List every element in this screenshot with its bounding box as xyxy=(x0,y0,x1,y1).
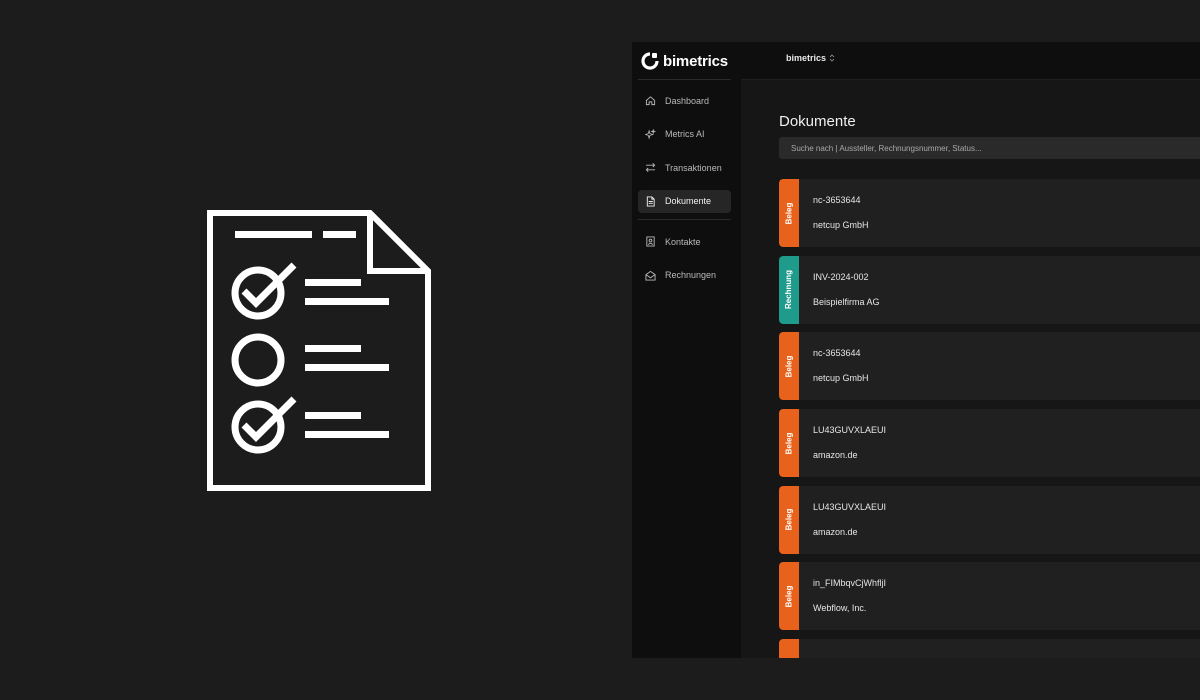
document-number: nc-3653644 xyxy=(813,195,861,205)
document-number: INV-2024-002 xyxy=(813,271,869,282)
document-type-badge: Beleg xyxy=(779,332,799,401)
contact-card-icon xyxy=(646,236,655,247)
sidebar-item-transaktionen[interactable]: Transaktionen xyxy=(638,156,731,179)
sidebar-item-label: Metrics AI xyxy=(665,129,705,139)
document-issuer: netcup GmbH xyxy=(813,220,869,230)
sparkle-icon xyxy=(645,128,656,140)
document-checklist-icon xyxy=(207,210,431,491)
list-item[interactable]: Beleg nc-3653644 netcup GmbH xyxy=(779,332,1200,401)
list-item[interactable]: Beleg nc-3653644 netcup GmbH xyxy=(779,179,1200,247)
document-issuer: amazon.de xyxy=(813,526,858,537)
document-type-badge: Rechnung xyxy=(779,255,799,324)
brand-logo[interactable]: bimetrics xyxy=(641,51,728,71)
search-input[interactable] xyxy=(779,137,1200,159)
list-item[interactable]: Beleg xyxy=(779,639,1200,658)
page-title: Dokumente xyxy=(779,113,856,131)
sidebar-item-dokumente[interactable]: Dokumente xyxy=(638,189,731,213)
list-item[interactable]: Beleg LU43GUVXLAEUI amazon.de xyxy=(779,409,1200,478)
sidebar-item-rechnungen[interactable]: Rechnungen xyxy=(638,264,731,287)
sidebar: bimetrics Dashboard Metrics AI Transakti… xyxy=(632,42,741,658)
app-window: bimetrics Dashboard Metrics AI Transakti… xyxy=(632,42,1200,658)
sidebar-item-label: Transaktionen xyxy=(665,162,722,173)
bimetrics-logo-icon xyxy=(641,52,659,70)
document-number: LU43GUVXLAEUI xyxy=(813,425,887,436)
sidebar-item-label: Dokumente xyxy=(665,196,712,206)
list-item[interactable]: Rechnung INV-2024-002 Beispielfirma AG xyxy=(779,255,1200,324)
document-number: nc-3653644 xyxy=(813,348,861,359)
topbar: bimetrics xyxy=(741,42,1200,80)
selector-icon xyxy=(829,54,835,62)
workspace-switcher[interactable]: bimetrics xyxy=(786,53,835,63)
list-item[interactable]: Beleg in_FIMbqvCjWhfljI Webflow, Inc. xyxy=(779,562,1200,631)
document-number: LU43GUVXLAEUI xyxy=(813,501,887,512)
document-issuer: amazon.de xyxy=(813,450,858,461)
sidebar-divider xyxy=(638,79,731,80)
brand-name: bimetrics xyxy=(663,52,728,70)
document-issuer: Beispielfirma AG xyxy=(813,296,880,307)
sidebar-divider xyxy=(638,219,731,220)
document-type-badge: Beleg xyxy=(779,639,799,658)
document-issuer: Webflow, Inc. xyxy=(813,603,867,614)
document-list: Beleg nc-3653644 netcup GmbH Rechnung IN… xyxy=(779,179,1200,658)
document-type-badge: Beleg xyxy=(779,409,799,478)
document-type-badge: Beleg xyxy=(779,179,799,247)
main-content: Dokumente Beleg nc-3653644 netcup GmbH R… xyxy=(741,80,1200,658)
envelope-open-icon xyxy=(645,270,656,281)
arrows-exchange-icon xyxy=(645,163,656,172)
sidebar-item-label: Kontakte xyxy=(665,236,701,247)
document-type-badge: Beleg xyxy=(779,562,799,631)
home-icon xyxy=(645,96,656,106)
document-type-badge: Beleg xyxy=(779,485,799,554)
sidebar-item-dashboard[interactable]: Dashboard xyxy=(638,89,731,112)
document-number: in_FIMbqvCjWhfljI xyxy=(813,578,887,589)
sidebar-item-label: Rechnungen xyxy=(665,270,717,280)
sidebar-item-metrics-ai[interactable]: Metrics AI xyxy=(638,123,731,146)
sidebar-nav: Dashboard Metrics AI Transaktionen Dokum… xyxy=(638,89,731,297)
list-item[interactable]: Beleg LU43GUVXLAEUI amazon.de xyxy=(779,485,1200,554)
sidebar-item-kontakte[interactable]: Kontakte xyxy=(638,230,731,253)
document-icon xyxy=(646,195,655,207)
workspace-name: bimetrics xyxy=(786,53,827,63)
sidebar-item-label: Dashboard xyxy=(665,95,710,106)
document-issuer: netcup GmbH xyxy=(813,373,869,384)
